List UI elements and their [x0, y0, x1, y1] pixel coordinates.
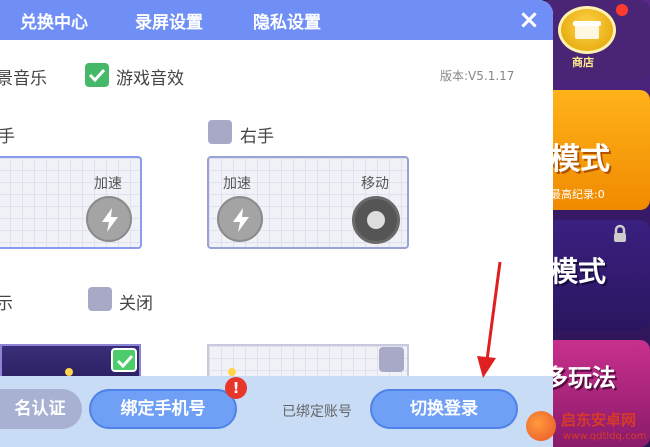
watermark-url: www.qdtldq.com [563, 431, 647, 442]
watermark: 启东安卓网 www.qdtldq.com [519, 405, 650, 447]
watermark-title: 启东安卓网 [561, 411, 637, 429]
red-arrow-annotation [477, 261, 502, 378]
watermark-logo-icon [526, 411, 556, 441]
